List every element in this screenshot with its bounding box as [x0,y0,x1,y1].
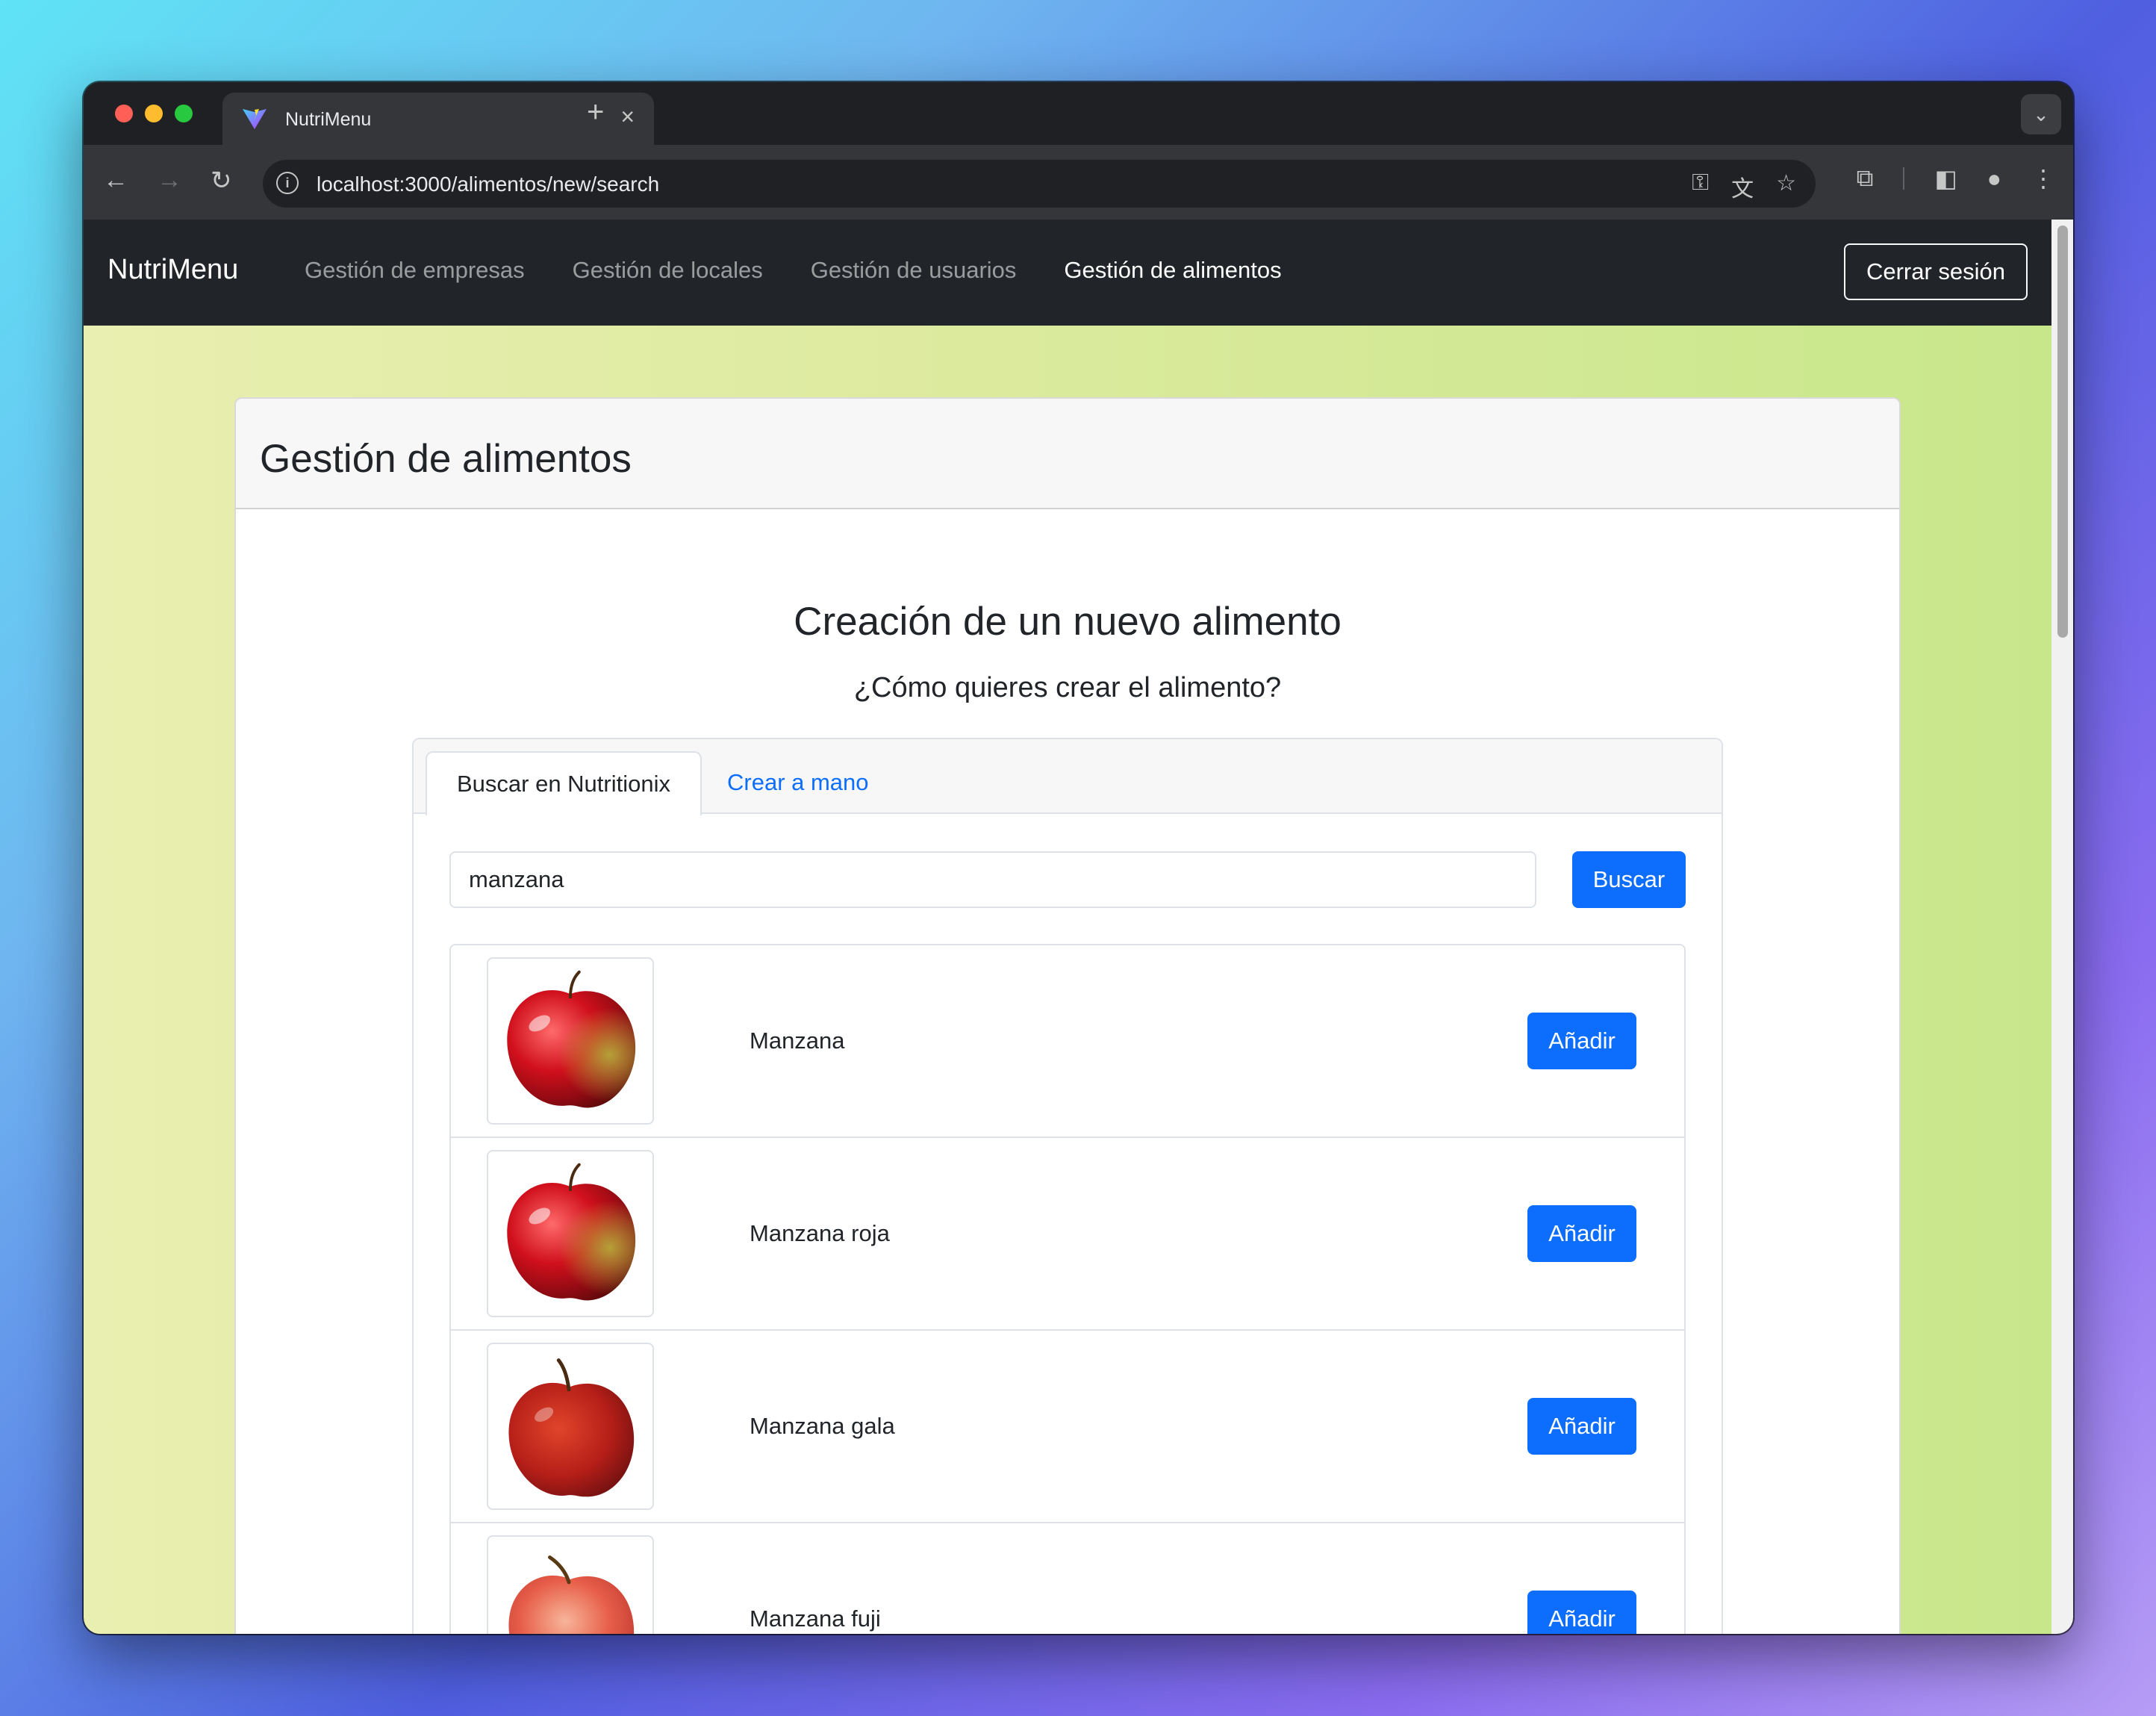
list-item: Manzana roja Añadir [451,1138,1684,1331]
result-name: Manzana gala [750,1413,895,1439]
card-header: Gestión de alimentos [236,399,1899,509]
tab-title: NutriMenu [285,109,372,130]
logout-button[interactable]: Cerrar sesión [1844,243,2028,300]
tab-strip: NutriMenu × + ⌄ [84,82,2073,145]
page-scrollbar[interactable] [2051,220,2073,1634]
browser-window: NutriMenu × + ⌄ ← → ↻ i localhost:3000/a… [84,82,2073,1634]
red-green-apple-icon [507,1163,636,1301]
main-card: Gestión de alimentos Creación de un nuev… [234,397,1901,1634]
navbar-brand[interactable]: NutriMenu [108,254,238,286]
address-url[interactable]: localhost:3000/alimentos/new/search [317,172,659,196]
nav-link-usuarios[interactable]: Gestión de usuarios [811,257,1017,284]
list-item: Manzana fuji Añadir [451,1523,1684,1634]
tab-crear-a-mano[interactable]: Crear a mano [727,769,869,796]
side-panel-icon[interactable]: ◧ [1934,164,1957,193]
navbar-links: Gestión de empresas Gestión de locales G… [305,257,1282,284]
reload-icon[interactable]: ↻ [211,166,232,196]
page-viewport: NutriMenu Gestión de empresas Gestión de… [84,220,2051,1634]
site-info-icon[interactable]: i [276,172,299,194]
maximize-window-button[interactable] [175,105,193,122]
tab-search-chevron-icon[interactable]: ⌄ [2021,94,2061,134]
food-image [487,1535,654,1634]
add-button[interactable]: Añadir [1527,1013,1636,1069]
address-bar[interactable]: i localhost:3000/alimentos/new/search ⚿ … [263,160,1816,208]
page-subheading: ¿Cómo quieres crear el alimento? [853,672,1282,703]
card-title: Gestión de alimentos [260,437,632,481]
bookmark-star-icon[interactable]: ☆ [1776,170,1796,203]
more-menu-icon[interactable]: ⋮ [2031,164,2055,193]
tabs-header: Buscar en Nutritionix Crear a mano [414,739,1722,815]
results-list: Manzana Añadir Manzana roja Añadir Manza… [449,944,1686,1634]
vite-favicon-icon [243,109,267,129]
red-green-apple-icon [507,970,636,1108]
profile-avatar-icon[interactable]: ● [1987,165,2001,193]
result-name: Manzana fuji [750,1605,881,1632]
page-heading: Creación de un nuevo alimento [794,600,1342,644]
result-name: Manzana [750,1028,845,1054]
result-name: Manzana roja [750,1220,890,1246]
pink-apple-icon [508,1555,635,1634]
food-image [487,1150,654,1317]
tab-close-icon[interactable]: × [620,103,635,131]
tab-buscar-nutritionix[interactable]: Buscar en Nutritionix [426,751,702,815]
add-button[interactable]: Añadir [1527,1205,1636,1262]
food-image [487,957,654,1125]
search-button[interactable]: Buscar [1572,851,1686,908]
search-input[interactable] [449,851,1536,908]
add-button[interactable]: Añadir [1527,1398,1636,1455]
list-item: Manzana gala Añadir [451,1331,1684,1523]
forward-arrow-icon[interactable]: → [157,166,182,195]
site-navbar: NutriMenu Gestión de empresas Gestión de… [84,220,2051,326]
browser-toolbar: ← → ↻ i localhost:3000/alimentos/new/sea… [84,145,2073,220]
nav-link-alimentos[interactable]: Gestión de alimentos [1064,257,1281,284]
new-tab-icon[interactable]: + [587,96,604,129]
nav-link-locales[interactable]: Gestión de locales [573,257,763,284]
nav-link-empresas[interactable]: Gestión de empresas [305,257,525,284]
red-apple-icon [508,1358,635,1497]
add-button[interactable]: Añadir [1527,1591,1636,1634]
toolbar-divider [1903,167,1905,190]
back-arrow-icon[interactable]: ← [103,166,128,195]
scrollbar-thumb[interactable] [2057,226,2068,638]
minimize-window-button[interactable] [145,105,163,122]
food-image [487,1343,654,1510]
close-window-button[interactable] [115,105,133,122]
key-icon[interactable]: ⚿ [1692,170,1709,203]
extensions-puzzle-icon[interactable]: ⧉ [1857,164,1874,193]
list-item: Manzana Añadir [451,945,1684,1138]
translate-icon[interactable]: 文 [1731,170,1754,203]
creation-tabs-panel: Buscar en Nutritionix Crear a mano Busca… [412,738,1723,1634]
